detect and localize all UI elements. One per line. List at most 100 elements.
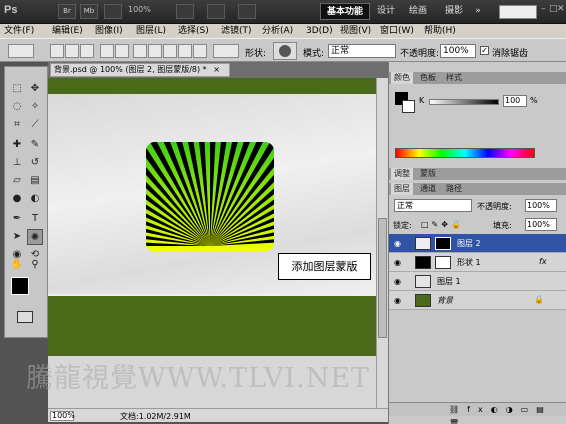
zoom-level[interactable]: 100% [128,5,151,14]
rectangle-tool-button[interactable] [133,44,147,58]
hand-tool-button[interactable] [176,4,194,19]
bridge-button[interactable]: Br [58,4,76,19]
tab-channels[interactable]: 通道 [417,183,439,195]
layer-name[interactable]: 图层 2 [457,238,481,249]
color-spectrum-bar[interactable] [395,148,535,158]
vertical-scrollbar[interactable] [376,78,388,408]
visibility-eye-icon[interactable]: ◉ [392,238,403,249]
antialias-checkbox[interactable]: ✓ [480,46,489,55]
opacity-input[interactable]: 100% [440,44,476,58]
tab-swatches[interactable]: 色板 [417,72,439,84]
scroll-thumb[interactable] [378,218,387,338]
view-extras-button[interactable] [104,4,122,19]
tab-masks[interactable]: 蒙版 [417,168,439,180]
pen-tool-icon[interactable]: ✒ [9,211,25,227]
clone-stamp-icon[interactable]: ⊥ [9,155,25,171]
arrange-documents-button[interactable] [207,4,225,19]
menu-filter[interactable]: 滤镜(T) [221,24,252,38]
document-tab[interactable]: 背景.psd @ 100% (图层 2, 图层蒙版/8) * × [50,63,230,77]
more-workspaces-button[interactable]: » [472,3,484,20]
eraser-tool-icon[interactable]: ▱ [9,173,25,189]
menu-file[interactable]: 文件(F) [4,24,34,38]
tab-paths[interactable]: 路径 [443,183,465,195]
magic-wand-tool-icon[interactable]: ✧ [27,99,43,115]
shape-layers-button[interactable] [50,44,64,58]
layer-row-shape1[interactable]: ◉ 形状 1 fx [389,253,566,272]
visibility-eye-icon[interactable]: ◉ [392,257,403,268]
search-input[interactable] [499,5,537,19]
lasso-tool-icon[interactable]: ◌ [9,99,25,115]
layer-name[interactable]: 形状 1 [457,257,481,268]
brush-tool-icon[interactable]: ✎ [27,137,43,153]
quick-mask-icon[interactable] [17,311,33,323]
workspace-design[interactable]: 设计 [372,3,400,20]
layer-opacity-input[interactable]: 100% [525,199,557,212]
mini-bridge-button[interactable]: Mb [80,4,98,19]
status-zoom[interactable]: 100% [50,411,75,421]
freeform-pen-button[interactable] [115,44,129,58]
menu-layer[interactable]: 图层(L) [136,24,166,38]
shape-picker[interactable] [273,42,297,60]
move-tool-icon[interactable]: ✥ [27,81,43,97]
eyedropper-tool-icon[interactable]: ⟋ [27,117,43,133]
k-value-input[interactable]: 100 [503,95,527,107]
color-bg-swatch[interactable] [402,100,415,113]
layer-name[interactable]: 背景 [437,295,453,306]
zoom-tool-icon[interactable]: ⚲ [27,257,43,273]
menu-3d[interactable]: 3D(D) [306,24,333,38]
maximize-button[interactable]: □ [549,4,558,18]
screen-mode-button[interactable] [238,4,256,19]
path-selection-icon[interactable]: ➤ [9,229,25,245]
polygon-tool-button[interactable] [178,44,192,58]
blend-mode-select[interactable]: 正常 [394,199,472,212]
menu-select[interactable]: 选择(S) [178,24,209,38]
layers-footer-buttons[interactable]: ⛓fx◐◑▭▤🗑 [389,402,566,424]
hand-tool-icon[interactable]: ✋ [9,257,25,273]
close-tab-icon[interactable]: × [213,65,220,74]
tab-adjustments[interactable]: 调整 [391,168,413,180]
menu-edit[interactable]: 编辑(E) [52,24,83,38]
healing-brush-icon[interactable]: ✚ [9,137,25,153]
minimize-button[interactable]: – [541,4,549,18]
lock-icons[interactable]: □✎✥🔒 [421,220,464,229]
tab-layers[interactable]: 图层 [391,183,413,195]
doc-info[interactable]: 文档:1.02M/2.91M [120,411,191,422]
tab-styles[interactable]: 样式 [443,72,465,84]
line-tool-button[interactable] [193,44,207,58]
menu-image[interactable]: 图像(I) [95,24,123,38]
custom-shape-button[interactable] [213,44,239,58]
fill-pixels-button[interactable] [80,44,94,58]
close-button[interactable]: ✕ [557,4,565,18]
visibility-eye-icon[interactable]: ◉ [392,295,403,306]
visibility-eye-icon[interactable]: ◉ [392,276,403,287]
fx-badge[interactable]: fx [539,257,547,266]
tab-color[interactable]: 颜色 [391,72,413,84]
crop-tool-icon[interactable]: ⌗ [9,117,25,133]
menu-view[interactable]: 视图(V) [340,24,371,38]
layer-row-background[interactable]: ◉ 背景 🔒 [389,291,566,310]
k-slider[interactable] [429,99,499,105]
type-tool-icon[interactable]: T [27,211,43,227]
workspace-essentials[interactable]: 基本功能 [320,3,370,20]
history-brush-icon[interactable]: ↺ [27,155,43,171]
dodge-tool-icon[interactable]: ◐ [27,191,43,207]
menu-window[interactable]: 窗口(W) [380,24,414,38]
tool-preset-picker[interactable] [8,44,34,58]
layer-row-layer1[interactable]: ◉ 图层 1 [389,272,566,291]
blur-tool-icon[interactable]: ● [9,191,25,207]
layer-row-layer2[interactable]: ◉ 图层 2 [389,234,566,253]
paths-button[interactable] [65,44,79,58]
pen-tool-button[interactable] [100,44,114,58]
menu-analysis[interactable]: 分析(A) [262,24,293,38]
layer-name[interactable]: 图层 1 [437,276,461,287]
menu-help[interactable]: 帮助(H) [424,24,456,38]
ellipse-tool-button[interactable] [163,44,177,58]
foreground-color-swatch[interactable] [11,277,29,295]
mode-select[interactable]: 正常 [328,44,396,58]
custom-shape-tool-icon[interactable]: ✺ [27,229,43,245]
marquee-tool-icon[interactable]: ⬚ [9,81,25,97]
workspace-painting[interactable]: 绘画 [404,3,432,20]
rounded-rectangle-button[interactable] [148,44,162,58]
layer-mask-thumbnail[interactable] [435,237,451,250]
fill-input[interactable]: 100% [525,218,557,231]
